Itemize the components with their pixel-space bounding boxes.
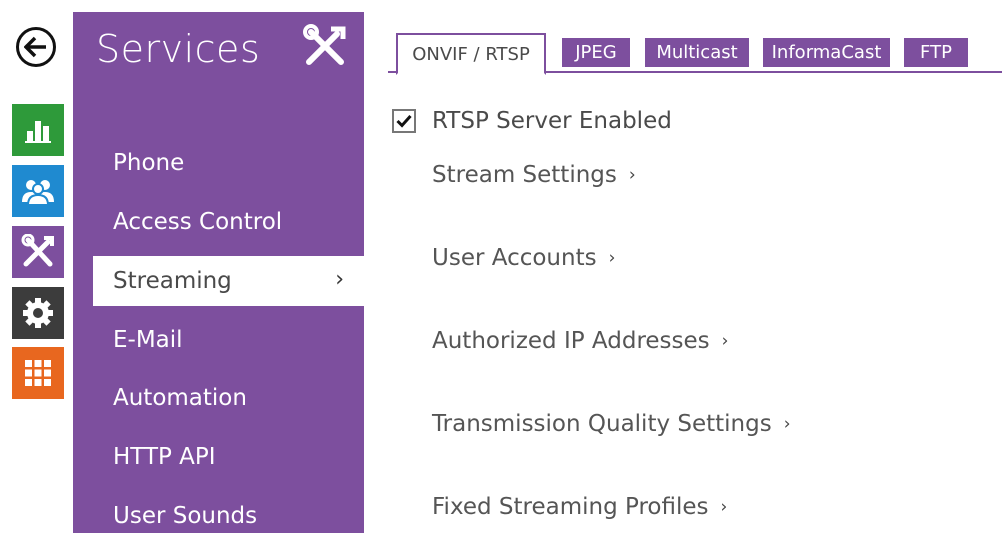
link-label: Transmission Quality Settings [432, 411, 772, 437]
link-label: Stream Settings [432, 162, 617, 188]
tab-label: ONVIF / RTSP [412, 43, 530, 65]
stream-settings-link[interactable]: Stream Settings › [432, 162, 636, 188]
system-tile[interactable] [12, 287, 64, 339]
checkmark-icon [396, 114, 412, 128]
tab-informacast[interactable]: InformaCast [763, 38, 890, 67]
link-label: Authorized IP Addresses [432, 328, 710, 354]
rtsp-server-enabled-row: RTSP Server Enabled [392, 108, 672, 134]
menu-title: Services [96, 27, 261, 71]
transmission-quality-settings-link[interactable]: Transmission Quality Settings › [432, 411, 791, 437]
tab-onvif-rtsp[interactable]: ONVIF / RTSP [396, 33, 546, 75]
users-icon [22, 180, 54, 206]
fixed-streaming-profiles-link[interactable]: Fixed Streaming Profiles › [432, 494, 727, 520]
tab-label: InformaCast [771, 42, 882, 63]
menu-item-email[interactable]: E-Mail [73, 315, 364, 365]
back-arrow-icon [24, 36, 46, 58]
directory-tile[interactable] [12, 165, 64, 217]
streaming-tabs: ONVIF / RTSP JPEG Multicast InformaCast … [388, 33, 1002, 75]
tools-icon [21, 234, 54, 267]
tab-label: Multicast [656, 42, 738, 63]
tab-ftp[interactable]: FTP [904, 38, 968, 67]
tab-jpeg[interactable]: JPEG [562, 38, 630, 67]
menu-item-label: HTTP API [113, 444, 216, 470]
menu-item-label: Automation [113, 385, 247, 411]
menu-item-http-api[interactable]: HTTP API [73, 432, 364, 482]
link-label: User Accounts [432, 245, 597, 271]
tab-label: JPEG [575, 42, 617, 63]
chevron-right-icon: › [335, 267, 344, 292]
grid-icon [25, 360, 51, 386]
menu-item-automation[interactable]: Automation [73, 373, 364, 423]
hardware-tile[interactable] [12, 347, 64, 399]
bar-chart-icon [25, 121, 51, 143]
rtsp-server-enabled-label: RTSP Server Enabled [432, 108, 672, 134]
services-menu: Services Phone Access Control Streaming … [73, 12, 364, 533]
menu-item-access-control[interactable]: Access Control [73, 197, 364, 247]
chevron-right-icon: › [721, 331, 729, 351]
tools-icon [301, 24, 349, 72]
rtsp-server-enabled-checkbox[interactable] [392, 109, 416, 133]
menu-item-label: Access Control [113, 209, 283, 235]
chevron-right-icon: › [628, 165, 636, 185]
user-accounts-link[interactable]: User Accounts › [432, 245, 615, 271]
services-tile[interactable] [12, 226, 64, 278]
menu-item-label: Streaming [113, 268, 232, 294]
menu-item-streaming[interactable]: Streaming › [93, 256, 364, 306]
chevron-right-icon: › [720, 497, 728, 517]
chevron-right-icon: › [783, 414, 791, 434]
menu-item-label: Phone [113, 150, 185, 176]
gear-icon [23, 298, 53, 328]
tab-multicast[interactable]: Multicast [645, 38, 749, 67]
icon-rail [0, 0, 72, 533]
status-tile[interactable] [12, 104, 64, 156]
authorized-ip-addresses-link[interactable]: Authorized IP Addresses › [432, 328, 728, 354]
menu-item-label: E-Mail [113, 327, 183, 353]
link-label: Fixed Streaming Profiles [432, 494, 709, 520]
menu-item-phone[interactable]: Phone [73, 138, 364, 188]
chevron-right-icon: › [608, 248, 616, 268]
menu-item-label: User Sounds [113, 503, 258, 529]
tab-label: FTP [920, 42, 952, 63]
back-button[interactable] [16, 27, 56, 67]
menu-item-user-sounds[interactable]: User Sounds [73, 491, 364, 533]
